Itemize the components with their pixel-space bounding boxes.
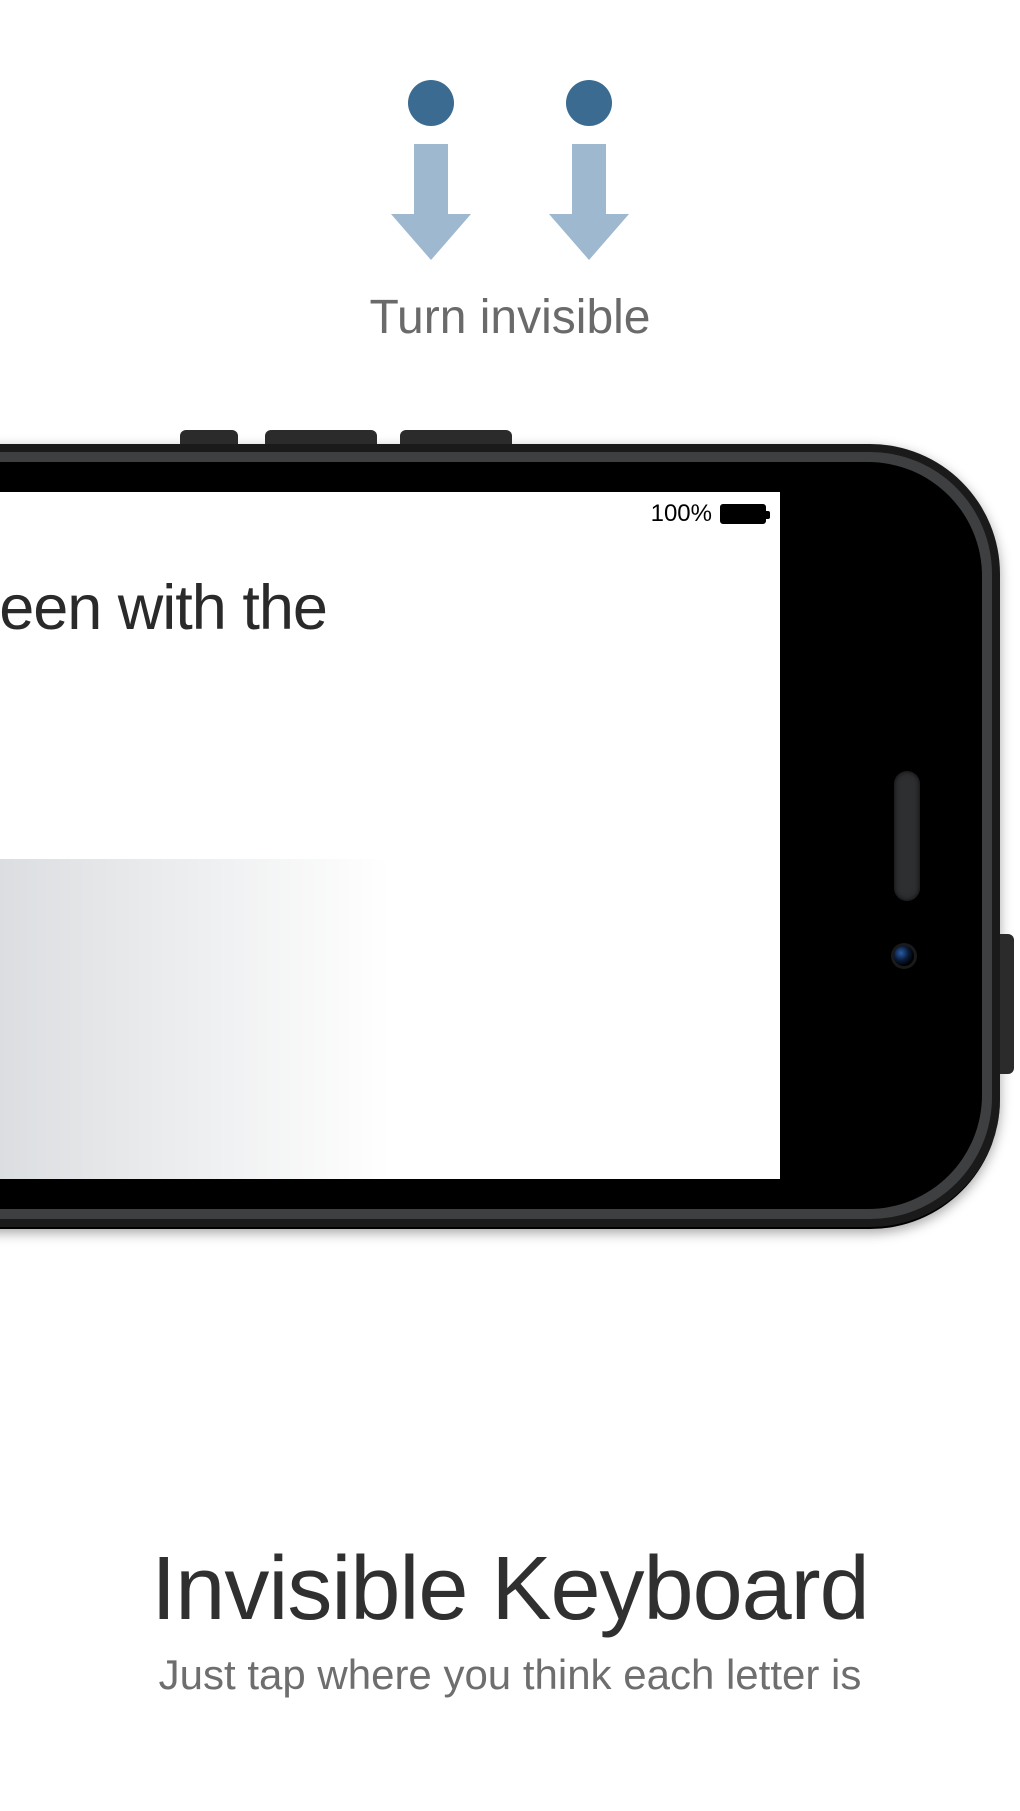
swipe-down-arrow-icon [549, 80, 629, 260]
battery-icon [720, 504, 766, 524]
keyboard[interactable]: QWERTYUIOP ASDFGHJKL ZXCVBNM [0, 859, 390, 1179]
phone-power-button [1000, 934, 1014, 1074]
status-battery-pct: 100% [651, 500, 712, 528]
gesture-label: Turn invisible [370, 290, 651, 345]
phone-volume-up [265, 430, 377, 444]
page-subtitle: Just tap where you think each letter is [0, 1651, 1020, 1699]
status-battery: 100% [651, 500, 766, 528]
gesture-arrows [391, 80, 629, 260]
gesture-illustration: Turn invisible [330, 80, 690, 345]
phone-screen: PM 100% Take back your screen with the i… [0, 492, 780, 1179]
page-title: Invisible Keyboard [0, 1538, 1020, 1641]
status-bar: PM 100% [0, 492, 780, 532]
phone-mute-switch [180, 430, 238, 444]
headline: Take back your screen with the invisible… [0, 572, 480, 717]
swipe-down-arrow-icon [391, 80, 471, 260]
phone-speaker [894, 771, 920, 901]
phone-camera [894, 946, 914, 966]
phone-frame: PM 100% Take back your screen with the i… [0, 444, 1000, 1229]
headline-pre: Take back your screen with the [0, 573, 327, 643]
phone-volume-down [400, 430, 512, 444]
